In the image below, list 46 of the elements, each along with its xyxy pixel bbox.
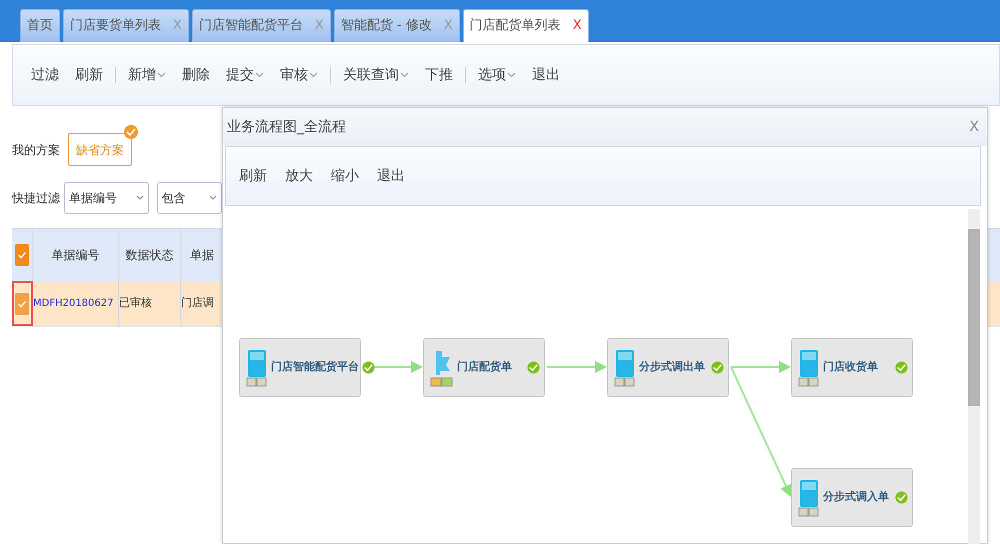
table-cell-text: 门店调 — [181, 295, 214, 312]
toolbar-button[interactable]: 刷新 — [67, 64, 111, 86]
toolbar-button[interactable]: 选项 — [470, 64, 524, 86]
document-icon — [798, 348, 820, 386]
tab[interactable]: 门店配货单列表 X — [462, 9, 589, 42]
document-link[interactable]: MDFH20180627 — [33, 296, 114, 311]
toolbar-button[interactable]: 刷新 — [230, 166, 276, 186]
scrollbar[interactable] — [968, 209, 980, 544]
toolbar-button[interactable]: 退出 — [368, 166, 414, 186]
column-header: 数据状态 — [126, 247, 174, 264]
column-header: 单据编号 — [52, 247, 100, 264]
caret-icon — [209, 195, 217, 201]
quick-filter-label: 快捷过滤 — [12, 190, 60, 207]
flow-node[interactable]: 门店收货单 — [791, 338, 913, 397]
dialog-title: 业务流程图_全流程 — [227, 118, 346, 136]
tab[interactable]: 门店要货单列表 X — [63, 9, 189, 42]
toolbar-button[interactable]: 下推 — [417, 64, 461, 86]
toolbar-button[interactable]: 删除 — [174, 64, 218, 86]
operator-select[interactable]: 包含 — [156, 182, 222, 214]
flow-node[interactable]: 门店配货单 — [423, 338, 545, 397]
toolbar-button[interactable]: 提交 — [218, 64, 272, 86]
tab[interactable]: 智能配货 - 修改 X — [334, 9, 460, 42]
checkbox[interactable] — [15, 292, 29, 314]
field-select[interactable]: 单据编号 — [64, 182, 149, 214]
flow-arrow — [547, 361, 607, 373]
toolbar-button[interactable]: 过滤 — [23, 64, 67, 86]
toolbar-button[interactable]: 新增 — [120, 64, 174, 86]
checkbox[interactable] — [15, 244, 29, 266]
document-icon — [798, 478, 820, 516]
caret-icon — [136, 195, 144, 201]
tab[interactable]: 首页 — [20, 9, 60, 42]
toolbar-button[interactable]: 放大 — [276, 166, 322, 186]
toolbar-button[interactable]: 关联查询 — [335, 64, 417, 86]
scheme-label: 我的方案 — [12, 142, 60, 158]
flow-node[interactable]: 分步式调出单 — [607, 338, 729, 397]
column-header: 单据 — [190, 247, 214, 264]
flow-node[interactable]: 分步式调入单 — [791, 468, 913, 527]
tab-close-button[interactable]: X — [572, 16, 582, 36]
toolbar-button[interactable]: 审核 — [272, 64, 326, 86]
toolbar-button[interactable]: 缩小 — [322, 166, 368, 186]
scrollbar-thumb[interactable] — [968, 229, 980, 406]
table-cell-text: 已审核 — [119, 295, 152, 312]
tab[interactable]: 门店智能配货平台 X — [192, 9, 331, 42]
document-icon — [614, 348, 636, 386]
toolbar-button[interactable]: 退出 — [524, 64, 568, 86]
document-icon — [246, 348, 268, 386]
